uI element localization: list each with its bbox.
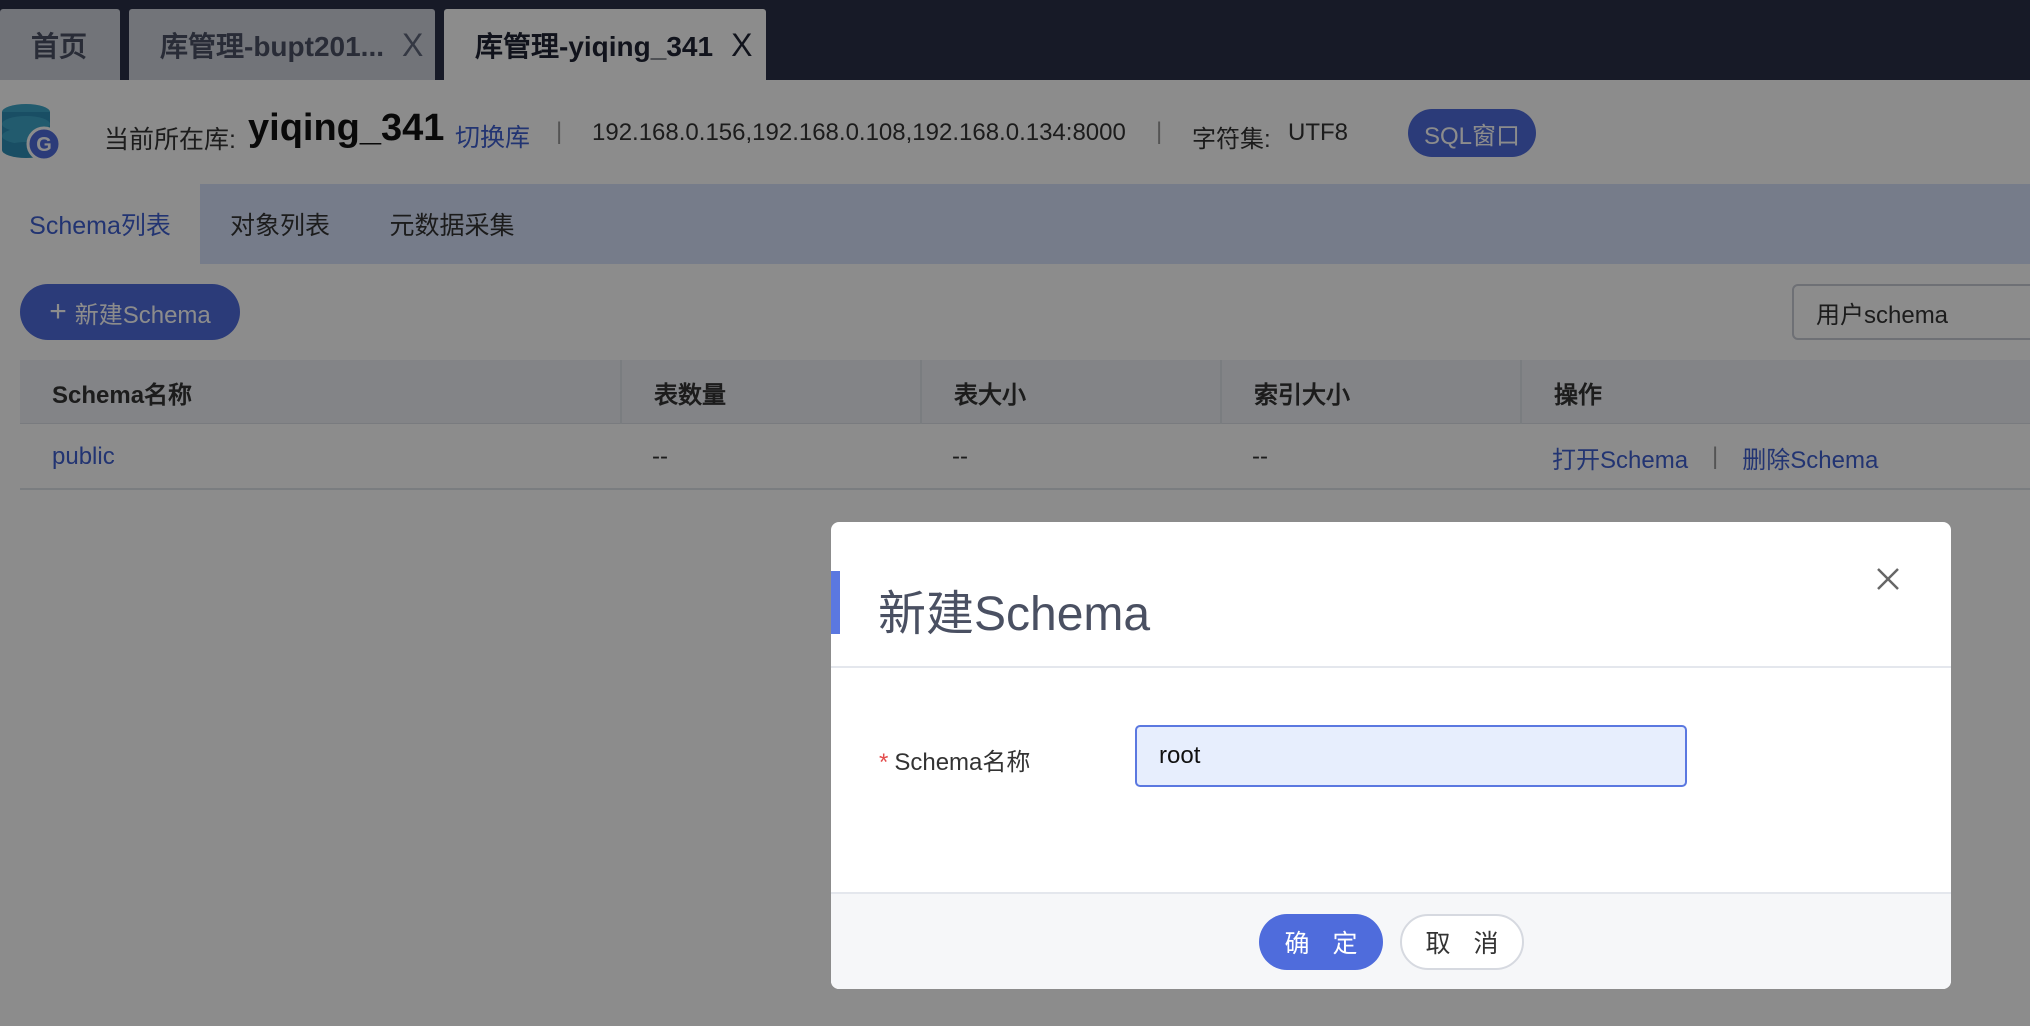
schema-name-label-text: Schema名称 bbox=[894, 749, 1031, 776]
new-schema-dialog: 新建Schema *Schema名称 确 定 取 消 bbox=[831, 522, 1951, 989]
dialog-footer: 确 定 取 消 bbox=[831, 892, 1951, 989]
schema-name-input[interactable] bbox=[1135, 725, 1687, 787]
title-accent-bar bbox=[831, 571, 840, 634]
confirm-button[interactable]: 确 定 bbox=[1259, 914, 1383, 970]
dialog-header: 新建Schema bbox=[831, 522, 1951, 668]
schema-name-label: * Schema名称 bbox=[879, 742, 1030, 777]
cancel-button[interactable]: 取 消 bbox=[1400, 914, 1524, 970]
close-icon[interactable] bbox=[1869, 560, 1907, 598]
dialog-title: 新建Schema bbox=[878, 588, 1151, 641]
required-mark: * bbox=[879, 749, 889, 776]
